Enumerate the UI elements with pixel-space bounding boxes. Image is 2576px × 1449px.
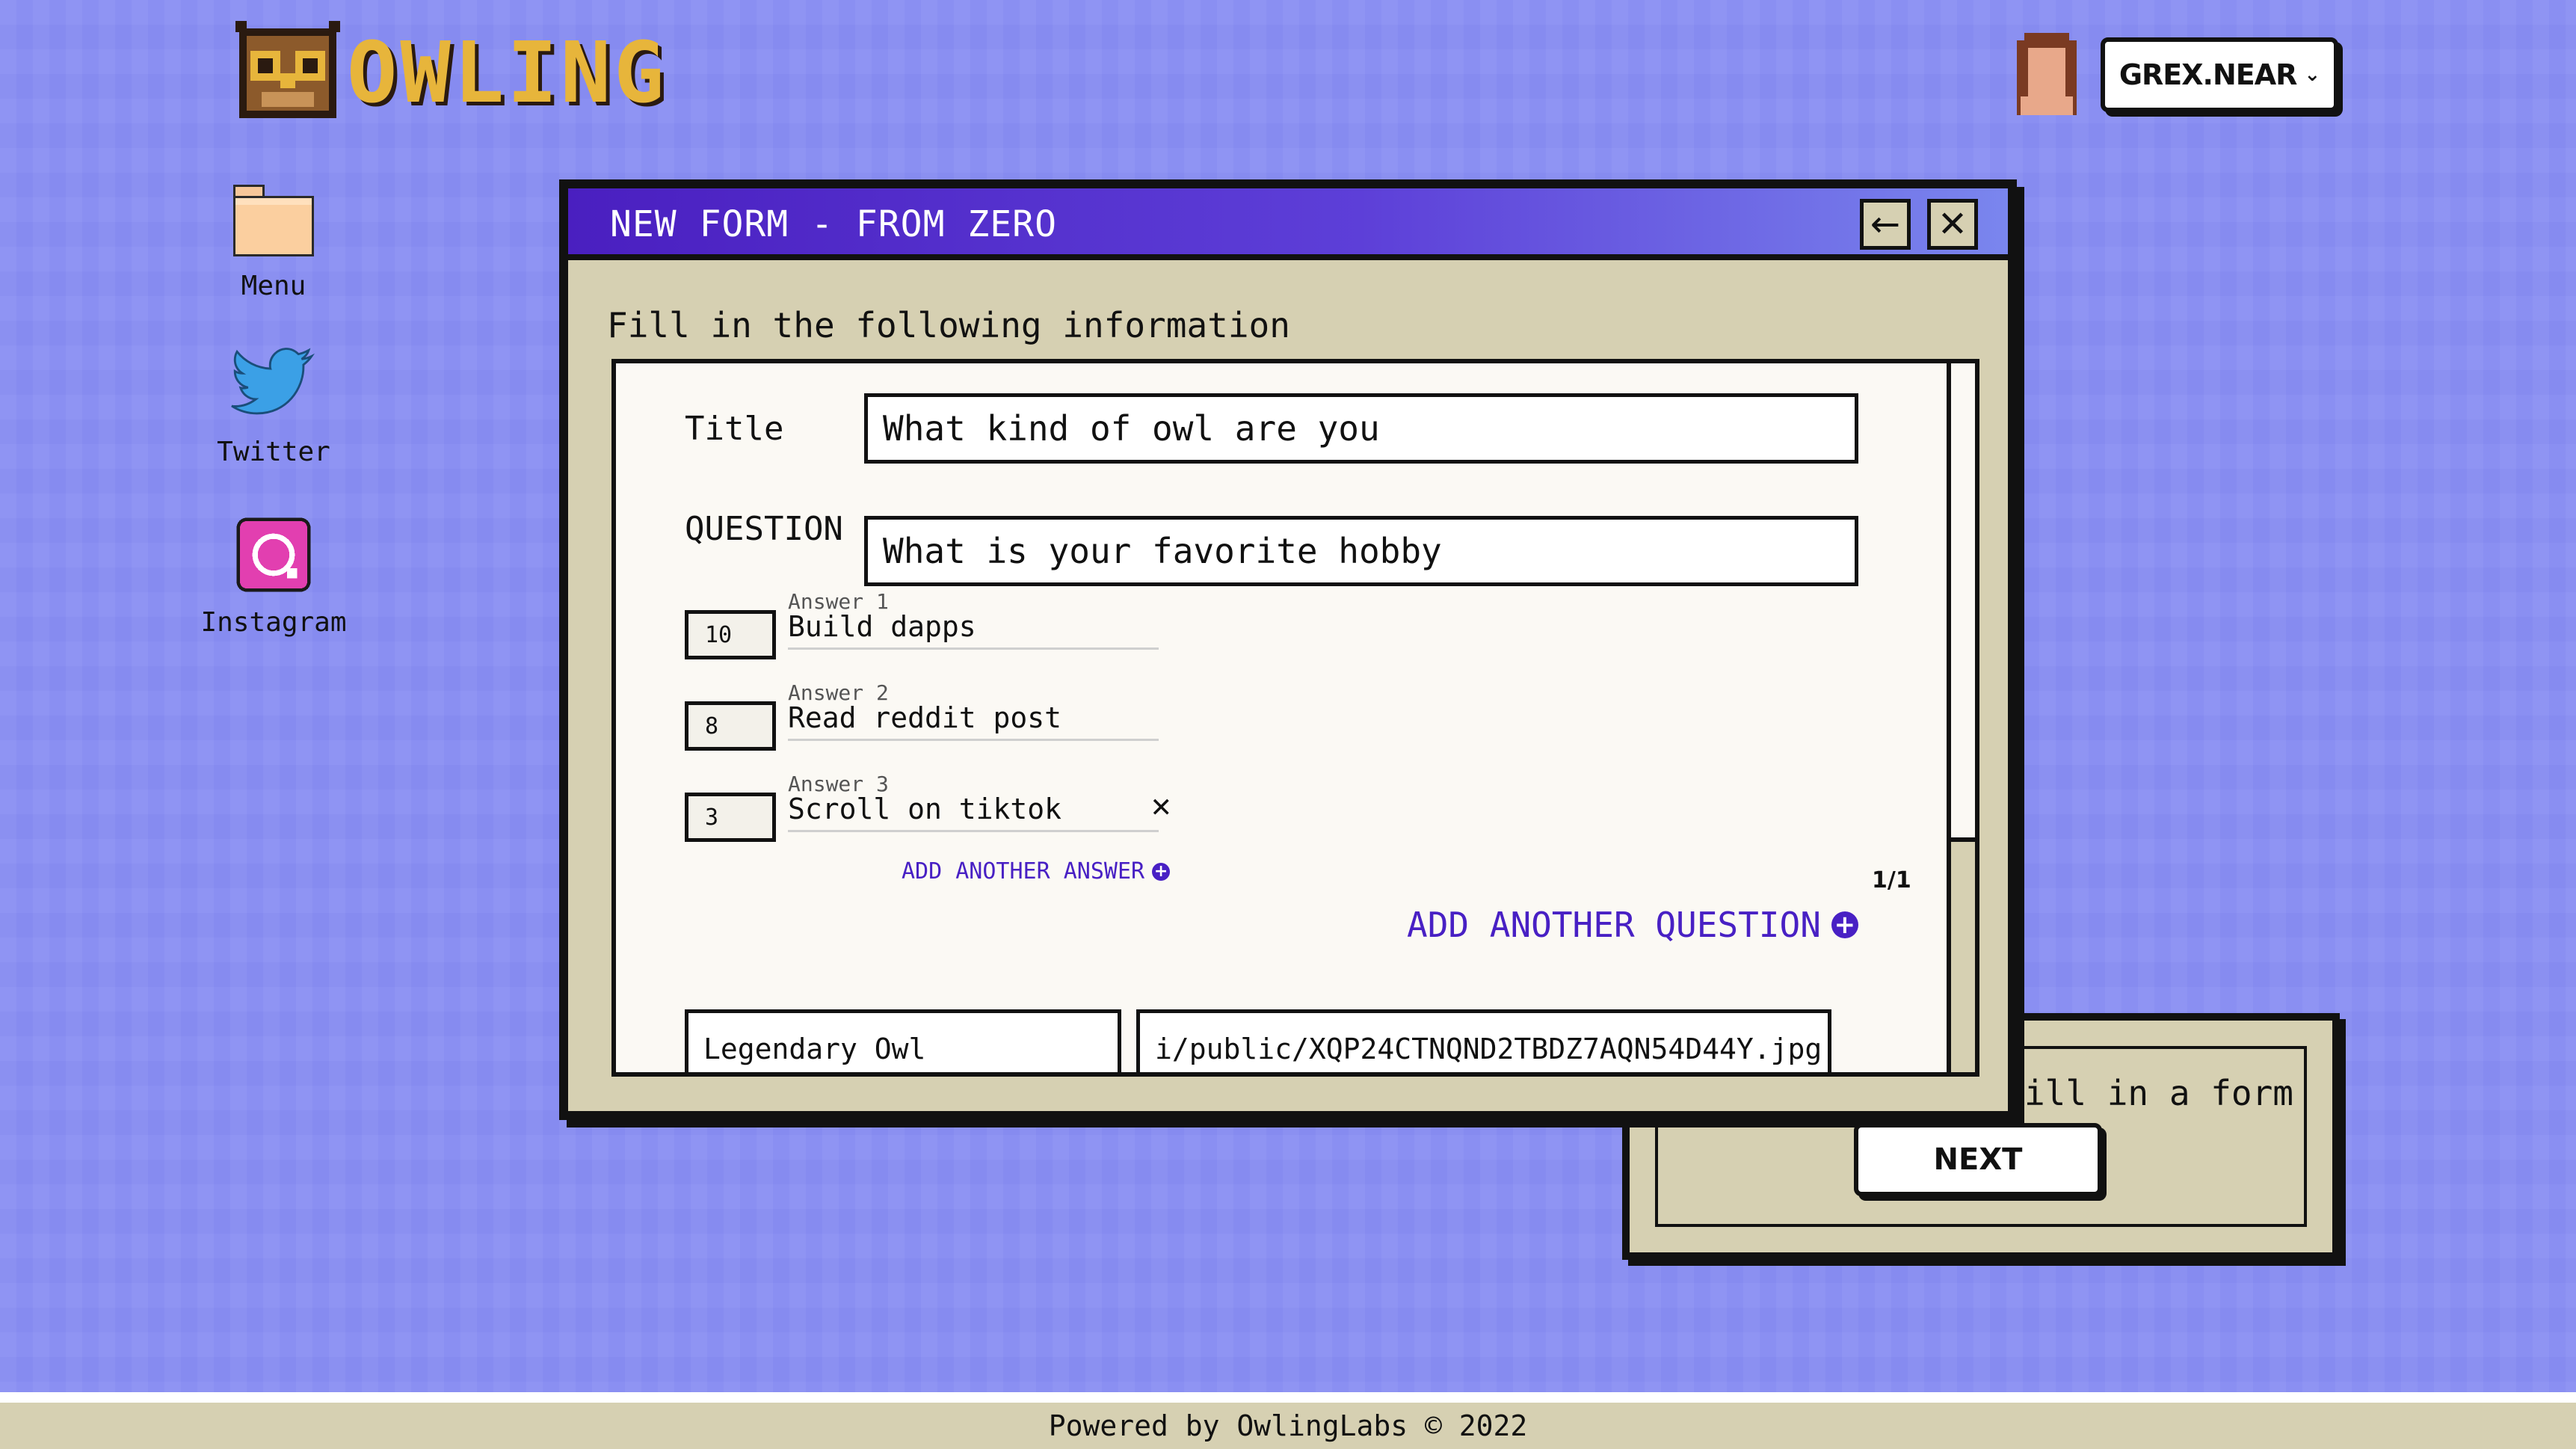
folder-icon bbox=[233, 185, 314, 256]
account-dropdown-button[interactable]: GREX.NEAR ⌄ bbox=[2101, 37, 2338, 112]
footer-text: Powered by OwlingLabs © 2022 bbox=[1048, 1409, 1528, 1442]
answer-input[interactable]: Scroll on tiktok bbox=[788, 793, 1159, 832]
answer-input[interactable]: Build dapps bbox=[788, 610, 1159, 650]
scrollbar-thumb[interactable] bbox=[1951, 363, 1975, 842]
question-pager: 1/1 bbox=[1872, 867, 1911, 893]
add-answer-button[interactable]: ADD ANOTHER ANSWER + bbox=[902, 858, 1171, 885]
plus-circle-icon: + bbox=[1831, 911, 1858, 938]
app-name: OWLING bbox=[347, 25, 668, 122]
desktop-icon-label: Twitter bbox=[217, 437, 330, 467]
result-image-input[interactable]: i/public/XQP24CTNQND2TBDZ7AQN54D44Y.jpg bbox=[1136, 1009, 1831, 1072]
answer-score-input[interactable]: 8 bbox=[685, 701, 776, 751]
scrollbar[interactable] bbox=[1947, 363, 1975, 1072]
next-button[interactable]: NEXT bbox=[1854, 1123, 2102, 1196]
instagram-icon bbox=[236, 517, 311, 592]
chevron-down-icon: ⌄ bbox=[2304, 64, 2320, 86]
answer-score-input[interactable]: 3 bbox=[685, 793, 776, 842]
new-form-window: NEW FORM - FROM ZERO ← ✕ Fill in the fol… bbox=[559, 179, 2017, 1120]
desktop-icon-label: Menu bbox=[241, 271, 306, 301]
desktop-icon-menu[interactable]: Menu bbox=[176, 178, 371, 301]
add-question-button[interactable]: ADD ANOTHER QUESTION + bbox=[1407, 905, 1858, 945]
result-name-input[interactable]: Legendary Owl bbox=[685, 1009, 1121, 1072]
title-label: Title bbox=[685, 410, 784, 448]
plus-circle-icon: + bbox=[1152, 862, 1171, 881]
account-label: GREX.NEAR bbox=[2119, 58, 2298, 91]
back-arrow-icon[interactable]: ← bbox=[1860, 199, 1911, 250]
background-window-message: fill in a form bbox=[2003, 1073, 2293, 1113]
owl-logo-icon bbox=[235, 21, 340, 118]
question-input[interactable]: What is your favorite hobby bbox=[864, 516, 1858, 586]
app-logo[interactable]: OWLING bbox=[232, 21, 668, 126]
form-panel: Title What kind of owl are you QUESTION … bbox=[611, 359, 1979, 1077]
avatar[interactable] bbox=[2008, 33, 2086, 115]
desktop-icon-label: Instagram bbox=[200, 607, 347, 638]
answer-input[interactable]: Read reddit post bbox=[788, 701, 1159, 741]
remove-answer-icon[interactable]: ✕ bbox=[1151, 787, 1171, 825]
twitter-icon bbox=[231, 348, 315, 415]
add-answer-label: ADD ANOTHER ANSWER bbox=[902, 858, 1145, 885]
desktop-icon-instagram[interactable]: Instagram bbox=[176, 514, 371, 638]
desktop-icon-twitter[interactable]: Twitter bbox=[176, 344, 371, 467]
question-label: QUESTION bbox=[685, 510, 843, 548]
window-title-bar[interactable]: NEW FORM - FROM ZERO ← ✕ bbox=[568, 188, 2008, 260]
window-title: NEW FORM - FROM ZERO bbox=[610, 203, 1057, 245]
title-input[interactable]: What kind of owl are you bbox=[864, 393, 1858, 464]
form-instruction: Fill in the following information bbox=[607, 305, 1290, 345]
footer: Powered by OwlingLabs © 2022 bbox=[0, 1392, 2576, 1449]
answer-score-input[interactable]: 10 bbox=[685, 610, 776, 659]
add-question-label: ADD ANOTHER QUESTION bbox=[1407, 905, 1821, 945]
close-icon[interactable]: ✕ bbox=[1927, 199, 1978, 250]
